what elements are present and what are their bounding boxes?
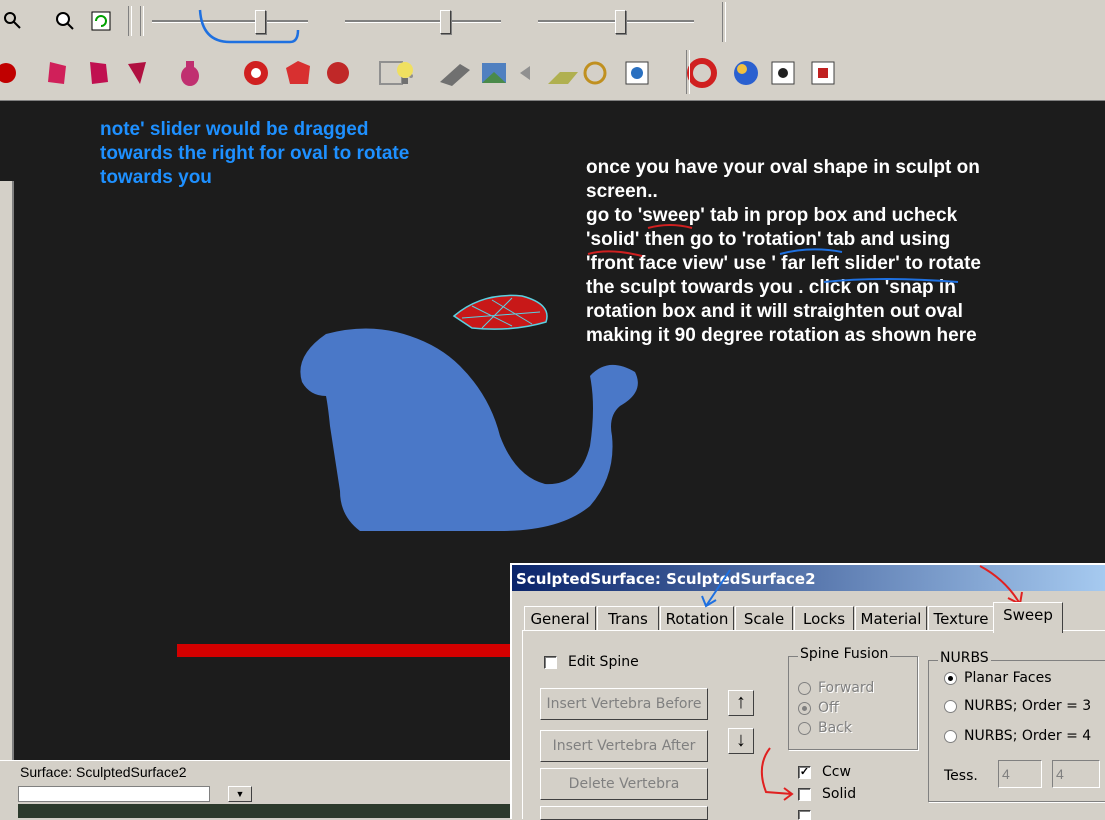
- annotation-underlines: [587, 224, 959, 283]
- nurbs-order4-label: NURBS; Order = 4: [964, 728, 1092, 744]
- insert-vertebra-after-button[interactable]: Insert Vertebra After: [540, 730, 708, 762]
- nurbs-label: NURBS: [938, 650, 991, 666]
- tab-general[interactable]: General: [524, 606, 596, 631]
- ccw-label: Ccw: [822, 764, 851, 780]
- slider-thumb-3[interactable]: [615, 10, 626, 34]
- tess-label: Tess.: [944, 768, 978, 784]
- tess-input-2[interactable]: 4: [1052, 760, 1100, 788]
- spine-fusion-off-radio[interactable]: [798, 702, 811, 715]
- spine-fusion-label: Spine Fusion: [798, 646, 891, 662]
- solid-label: Solid: [822, 786, 857, 802]
- object-icons: [0, 58, 835, 88]
- toolbar-separator: [140, 6, 144, 36]
- toolbar-separator: [686, 50, 690, 94]
- toolbar-separator: [722, 2, 726, 42]
- tab-sweep[interactable]: Sweep: [993, 602, 1063, 633]
- nurbs-order3-label: NURBS; Order = 3: [964, 698, 1092, 714]
- white-note-line: screen..: [586, 181, 658, 202]
- arrow-up-icon[interactable]: ↑: [728, 690, 754, 716]
- tab-trans[interactable]: Trans: [597, 606, 659, 631]
- arrow-down-icon[interactable]: ↓: [728, 728, 754, 754]
- chevron-down-icon[interactable]: ▼: [228, 786, 252, 802]
- status-combo[interactable]: [18, 786, 210, 802]
- annotation-arrows: [701, 565, 1023, 608]
- tess-input-1[interactable]: 4: [998, 760, 1042, 788]
- blue-note-line: towards you: [100, 167, 212, 188]
- object-toolbar: [0, 44, 1105, 102]
- zoom-out-icon[interactable]: [52, 8, 78, 34]
- blue-note: note' slider would be dragged towards th…: [100, 118, 409, 190]
- refresh-icon[interactable]: [88, 8, 114, 34]
- blue-note-line: note' slider would be dragged: [100, 119, 369, 140]
- spine-fusion-forward-radio[interactable]: [798, 682, 811, 695]
- white-note-line: once you have your oval shape in sculpt …: [586, 157, 980, 178]
- planar-faces-radio[interactable]: [944, 672, 957, 685]
- sleigh-shape[interactable]: [290, 326, 665, 566]
- annotation-arrow-red: [760, 747, 794, 801]
- spine-fusion-forward-label: Forward: [818, 680, 875, 696]
- planar-faces-label: Planar Faces: [964, 670, 1052, 686]
- annotation-bracket-icon: [198, 9, 300, 44]
- white-note-line: rotation box and it will straighten out …: [586, 301, 963, 322]
- red-line: [177, 644, 522, 657]
- edit-spine-label: Edit Spine: [568, 654, 639, 670]
- thumbnail-strip: [18, 804, 512, 818]
- nurbs-order3-radio[interactable]: [944, 700, 957, 713]
- delete-vertebra-button[interactable]: Delete Vertebra: [540, 768, 708, 800]
- spine-fusion-back-radio[interactable]: [798, 722, 811, 735]
- slider-thumb-2[interactable]: [440, 10, 451, 34]
- spine-fusion-off-label: Off: [818, 700, 839, 716]
- zoom-icon[interactable]: [0, 8, 26, 34]
- spine-fusion-back-label: Back: [818, 720, 852, 736]
- basis-checkbox[interactable]: [798, 810, 811, 820]
- insert-vertebra-before-button[interactable]: Insert Vertebra Before: [540, 688, 708, 720]
- edit-spine-checkbox[interactable]: [544, 656, 557, 669]
- top-toolbar: [0, 0, 1105, 45]
- status-text: Surface: SculptedSurface2: [20, 764, 187, 780]
- nurbs-order4-radio[interactable]: [944, 730, 957, 743]
- left-panel-edge: [0, 181, 14, 761]
- slider-track-2[interactable]: [345, 20, 501, 23]
- toolbar-separator: [128, 6, 132, 36]
- blue-note-line: towards the right for oval to rotate: [100, 143, 410, 164]
